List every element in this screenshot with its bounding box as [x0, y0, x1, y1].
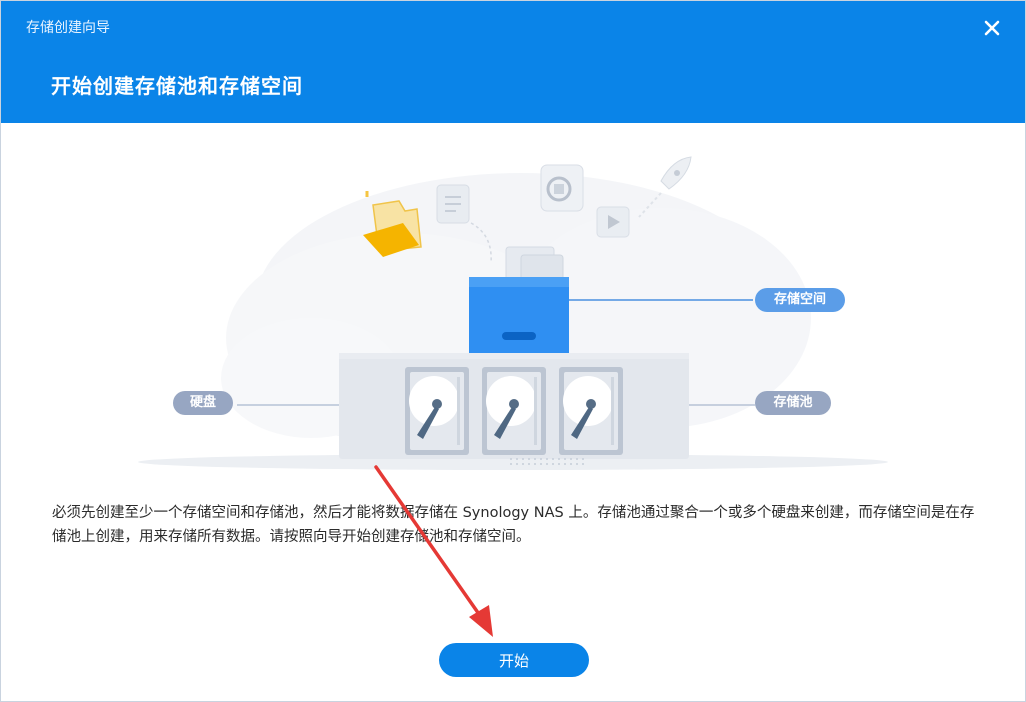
disk-label: 硬盘 — [173, 391, 233, 415]
storage-wizard-dialog: 存储创建向导 开始创建存储池和存储空间 存储空间 硬盘 存储池 必须先创建至少一… — [0, 0, 1026, 702]
hard-disk-icon — [559, 367, 623, 455]
volume-label: 存储空间 — [755, 288, 845, 312]
page-title: 开始创建存储池和存储空间 — [51, 74, 303, 98]
synology-logo-icon — [540, 164, 584, 212]
hard-disk-icon — [482, 367, 546, 455]
dialog-header: 存储创建向导 开始创建存储池和存储空间 — [1, 1, 1025, 123]
storage-illustration: 存储空间 硬盘 存储池 — [1, 123, 1025, 483]
close-icon — [984, 20, 1000, 36]
hard-disk-icon — [405, 367, 469, 455]
document-icon — [436, 184, 470, 224]
pool-label: 存储池 — [755, 391, 831, 415]
start-button[interactable]: 开始 — [439, 643, 589, 677]
description-text: 必须先创建至少一个存储空间和存储池，然后才能将数据存储在 Synology NA… — [52, 505, 975, 545]
close-button[interactable] — [979, 15, 1005, 41]
window-title: 存储创建向导 — [26, 20, 110, 36]
volume-box-icon — [469, 277, 569, 353]
video-icon — [596, 206, 630, 238]
